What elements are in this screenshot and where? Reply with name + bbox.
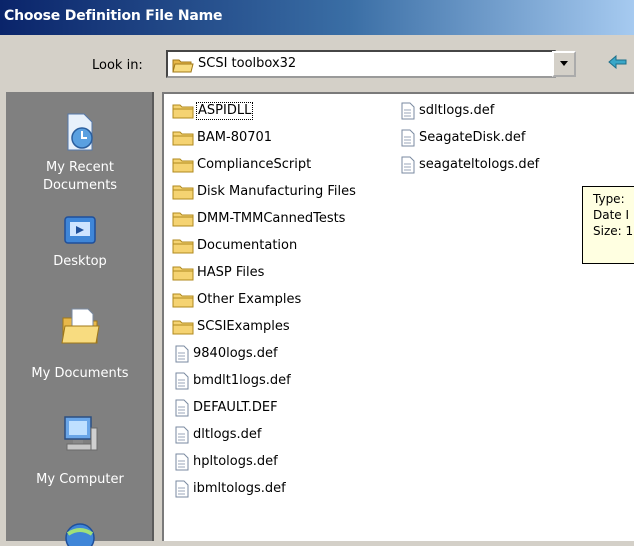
item-name: SeagateDisk.def [419, 130, 526, 145]
folder-icon [172, 212, 194, 227]
folder-item[interactable]: HASP Files [172, 263, 264, 283]
file-item[interactable]: SeagateDisk.def [400, 128, 525, 148]
folder-icon [172, 293, 194, 308]
file-item[interactable]: DEFAULT.DEF [174, 398, 278, 418]
item-name: Disk Manufacturing Files [197, 184, 356, 199]
recent-documents-icon [67, 113, 93, 151]
document-icon [175, 399, 189, 417]
folder-item[interactable]: ASPIDLL [172, 101, 254, 121]
item-name: Other Examples [197, 292, 302, 307]
look-in-value: SCSI toolbox32 [198, 56, 297, 71]
document-icon [401, 102, 415, 120]
window-title: Choose Definition File Name [4, 8, 223, 24]
chevron-down-icon [560, 61, 568, 66]
folder-open-icon [172, 59, 194, 73]
file-item[interactable]: 9840logs.def [174, 344, 278, 364]
item-name: ASPIDLL [195, 102, 254, 120]
item-name: BAM-80701 [197, 130, 273, 145]
item-name: hpltologs.def [193, 454, 278, 469]
file-info-tooltip: Type: Date I Size: 1 [582, 186, 634, 264]
document-icon [175, 345, 189, 363]
place-my-documents[interactable]: My Documents [6, 292, 154, 388]
tooltip-type: Type: [593, 192, 625, 206]
places-bar: My Recent Documents Desktop My Documents… [6, 92, 154, 546]
desktop-icon [64, 216, 96, 244]
item-name: DEFAULT.DEF [193, 400, 278, 415]
folder-icon [172, 104, 194, 119]
document-icon [175, 372, 189, 390]
document-icon [401, 156, 415, 174]
item-name: 9840logs.def [193, 346, 278, 361]
folder-item[interactable]: Documentation [172, 236, 297, 256]
folder-item[interactable]: BAM-80701 [172, 128, 272, 148]
folder-item[interactable]: DMM-TMMCannedTests [172, 209, 345, 229]
back-arrow-icon[interactable] [608, 55, 628, 69]
place-label: Desktop [53, 254, 107, 269]
document-icon [175, 480, 189, 498]
network-icon [65, 523, 95, 546]
folder-item[interactable]: SCSIExamples [172, 317, 290, 337]
file-item[interactable]: dltlogs.def [174, 425, 262, 445]
file-item[interactable]: hpltologs.def [174, 452, 278, 472]
document-icon [175, 453, 189, 471]
item-name: DMM-TMMCannedTests [197, 211, 346, 226]
place-label: My Computer [36, 472, 124, 487]
place-label-line2: Documents [42, 178, 118, 193]
file-item[interactable]: seagateltologs.def [400, 155, 539, 175]
item-name: sdltlogs.def [419, 103, 495, 118]
place-label: My Recent [46, 160, 114, 175]
item-name: dltlogs.def [193, 427, 262, 442]
folder-item[interactable]: Other Examples [172, 290, 301, 310]
look-in-combobox[interactable]: SCSI toolbox32 [166, 50, 556, 78]
item-name: seagateltologs.def [419, 157, 540, 172]
document-icon [401, 129, 415, 147]
item-name: HASP Files [197, 265, 265, 280]
folder-icon [172, 266, 194, 281]
look-in-label: Look in: [92, 58, 143, 73]
place-my-network[interactable] [6, 506, 154, 546]
item-name: bmdlt1logs.def [193, 373, 291, 388]
folder-icon [172, 158, 194, 173]
folder-icon [172, 239, 194, 254]
tooltip-date: Date I [593, 208, 630, 222]
tooltip-size: Size: 1 [593, 224, 634, 238]
place-desktop[interactable]: Desktop [6, 208, 154, 284]
folder-icon [172, 131, 194, 146]
place-my-recent-documents[interactable]: My Recent Documents [6, 100, 154, 200]
place-my-computer[interactable]: My Computer [6, 400, 154, 496]
file-list[interactable]: ASPIDLL BAM-80701 ComplianceScript Disk … [162, 92, 634, 541]
file-item[interactable]: ibmltologs.def [174, 479, 286, 499]
title-bar[interactable]: Choose Definition File Name [0, 0, 634, 37]
document-icon [175, 426, 189, 444]
folder-icon [172, 320, 194, 335]
item-name: Documentation [197, 238, 298, 253]
file-item[interactable]: sdltlogs.def [400, 101, 494, 121]
place-label: My Documents [31, 366, 129, 381]
item-name: ibmltologs.def [193, 481, 286, 496]
item-name: SCSIExamples [197, 319, 290, 334]
file-item[interactable]: bmdlt1logs.def [174, 371, 291, 391]
folder-item[interactable]: ComplianceScript [172, 155, 311, 175]
my-computer-icon [64, 416, 98, 451]
look-in-dropdown-button[interactable] [552, 51, 576, 77]
item-name: ComplianceScript [197, 157, 312, 172]
folder-item[interactable]: Disk Manufacturing Files [172, 182, 356, 202]
folder-icon [172, 185, 194, 200]
my-documents-icon [61, 308, 100, 344]
